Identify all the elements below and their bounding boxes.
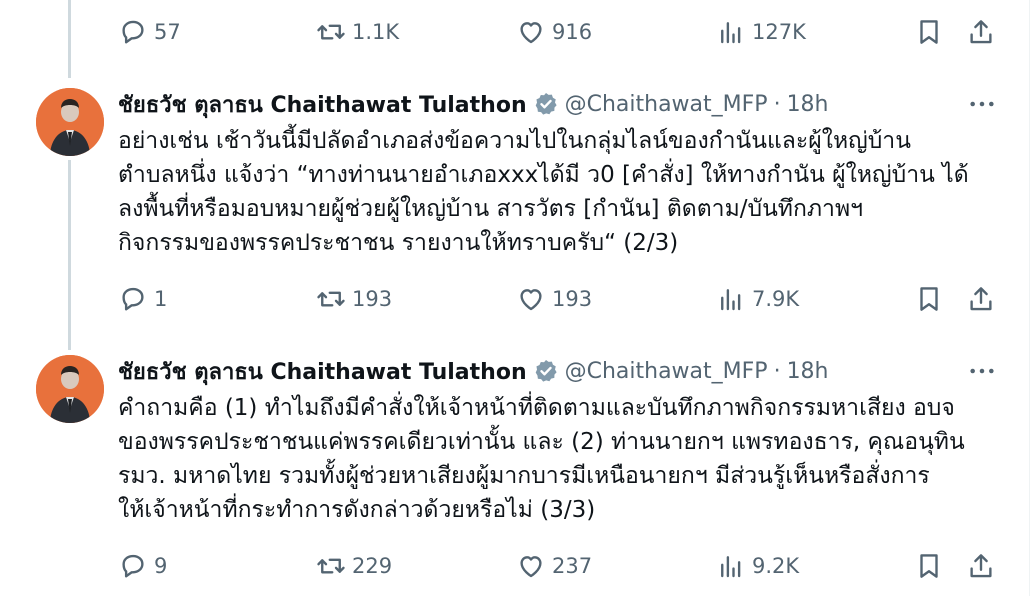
reply-button[interactable]: 57 [118, 12, 181, 52]
more-options-button[interactable] [966, 87, 998, 121]
retweet-count: 1.1K [352, 20, 400, 44]
author-name[interactable]: ชัยธวัช ตุลาธน Chaithawat Tulathon [118, 354, 527, 389]
tweet-text-line: รมว. มหาดไทย รวมทั้งผู้ช่วยหาเสียงผู้มาก… [118, 463, 930, 489]
verified-badge-icon [535, 359, 557, 382]
reply-icon [122, 554, 144, 578]
views-icon [721, 289, 741, 311]
avatar-image [36, 88, 104, 156]
views-icon [721, 556, 741, 578]
like-button[interactable]: 193 [516, 279, 592, 319]
share-button[interactable] [966, 279, 996, 319]
reply-icon [122, 287, 144, 311]
share-icon [970, 20, 992, 44]
like-count: 193 [552, 287, 593, 311]
bookmark-icon [920, 554, 938, 578]
reply-button[interactable]: 9 [118, 546, 167, 586]
like-icon [520, 556, 542, 578]
like-count: 237 [552, 554, 593, 578]
reply-count: 1 [154, 287, 168, 311]
thread-line-middle [68, 160, 71, 350]
tweet-text-line: คำถามคือ (1) ทำไมถึงมีคำสั่งให้เจ้าหน้าท… [118, 395, 955, 421]
author-handle[interactable]: @Chaithawat_MFP [565, 359, 768, 384]
reply-button[interactable]: 1 [118, 279, 167, 319]
tweet-actions: 9 229 237 9.2K [0, 546, 1036, 586]
retweet-count: 193 [352, 287, 393, 311]
retweet-count: 229 [352, 554, 393, 578]
views-button[interactable]: 7.9K [716, 279, 799, 319]
tweet-text-line: ของพรรคประชาชนแค่พรรคเดียวเท่านั้น และ (… [118, 429, 965, 455]
avatar[interactable] [36, 88, 104, 156]
views-button[interactable]: 127K [716, 12, 806, 52]
retweet-icon [317, 558, 345, 574]
tweet-actions: 1 193 193 7.9K [0, 279, 1036, 319]
reply-count: 57 [154, 20, 181, 44]
verified-badge-icon [535, 92, 557, 115]
share-icon [970, 287, 992, 311]
views-count: 9.2K [752, 554, 800, 578]
reply-count: 9 [154, 554, 168, 578]
tweet-text: คำถามคือ (1) ทำไมถึงมีคำสั่งให้เจ้าหน้าท… [118, 391, 998, 527]
views-count: 127K [752, 20, 806, 44]
separator-dot: · [773, 358, 781, 384]
retweet-button[interactable]: 193 [316, 279, 392, 319]
avatar[interactable] [36, 355, 104, 423]
tweet-text-line: กิจกรรมของพรรคประชาชน รายงานให้ทราบครับ“… [118, 230, 679, 256]
retweet-button[interactable]: 1.1K [316, 12, 399, 52]
author-handle[interactable]: @Chaithawat_MFP [565, 92, 768, 117]
bookmark-icon [920, 287, 938, 311]
share-icon [970, 554, 992, 578]
avatar-image [36, 355, 104, 423]
tweet-text-line: อย่างเช่น เช้าวันนี้มีปลัดอำเภอส่งข้อควา… [118, 128, 911, 154]
more-icon [970, 368, 994, 374]
bookmark-button[interactable] [914, 12, 944, 52]
tweet-text-line: ตำบลหนึ่ง แจ้งว่า “ทางท่านนายอำเภอxxxได้… [118, 162, 969, 188]
like-count: 916 [552, 20, 593, 44]
bookmark-icon [920, 20, 938, 44]
more-options-button[interactable] [966, 354, 998, 388]
bookmark-button[interactable] [914, 279, 944, 319]
tweet-text-line: ให้เจ้าหน้าที่กระทำการดังกล่าวด้วยหรือไม… [118, 497, 596, 523]
more-icon [970, 101, 994, 107]
tweet-header: ชัยธวัช ตุลาธน Chaithawat Tulathon @Chai… [118, 354, 829, 388]
bookmark-button[interactable] [914, 546, 944, 586]
like-button[interactable]: 916 [516, 12, 592, 52]
retweet-icon [317, 291, 345, 307]
tweet-text-line: ลงพื้นที่หรือมอบหมายผู้ช่วยผู้ใหญ่บ้าน ส… [118, 196, 864, 222]
tweet-header: ชัยธวัช ตุลาธน Chaithawat Tulathon @Chai… [118, 87, 829, 121]
separator-dot: · [773, 91, 781, 117]
tweet-text: อย่างเช่น เช้าวันนี้มีปลัดอำเภอส่งข้อควา… [118, 124, 998, 260]
tweet-timestamp[interactable]: 18h [787, 359, 829, 384]
retweet-icon [317, 24, 345, 40]
retweet-button[interactable]: 229 [316, 546, 392, 586]
like-icon [520, 22, 542, 44]
tweet-timestamp[interactable]: 18h [787, 92, 829, 117]
views-count: 7.9K [752, 287, 800, 311]
reply-icon [122, 20, 144, 44]
views-button[interactable]: 9.2K [716, 546, 799, 586]
share-button[interactable] [966, 546, 996, 586]
like-icon [520, 289, 542, 311]
author-name[interactable]: ชัยธวัช ตุลาธน Chaithawat Tulathon [118, 87, 527, 122]
like-button[interactable]: 237 [516, 546, 592, 586]
prev-tweet-actions: 57 1.1K 916 127K [0, 12, 1036, 52]
views-icon [721, 22, 741, 44]
share-button[interactable] [966, 12, 996, 52]
